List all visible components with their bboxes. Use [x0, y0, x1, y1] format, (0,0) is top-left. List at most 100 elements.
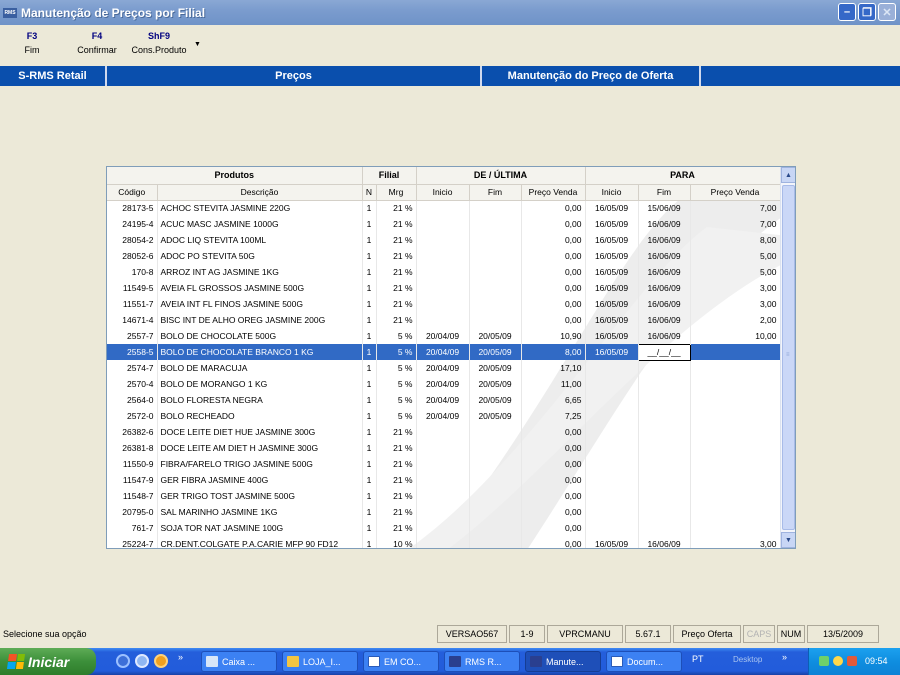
cell-para-preco[interactable] [690, 488, 781, 504]
cell-de-inicio[interactable]: 20/04/09 [416, 408, 470, 424]
cell-descricao[interactable]: ACUC MASC JASMINE 1000G [157, 216, 363, 232]
cell-para-fim[interactable]: 16/06/09 [638, 248, 691, 264]
cell-mrg[interactable]: 21 % [376, 520, 417, 536]
cell-n[interactable]: 1 [362, 504, 377, 520]
cell-para-inicio[interactable] [585, 376, 639, 392]
table-row[interactable]: 761-7 SOJA TOR NAT JASMINE 100G 1 21 % 0,00 [107, 520, 781, 536]
cell-de-inicio[interactable] [416, 264, 470, 280]
cell-mrg[interactable]: 5 % [376, 408, 417, 424]
cell-n[interactable]: 1 [362, 200, 377, 216]
cell-para-fim[interactable]: 16/06/09 [638, 536, 691, 548]
table-row[interactable]: 26381-8 DOCE LEITE AM DIET H JASMINE 300G… [107, 440, 781, 456]
grid-vertical-scrollbar[interactable]: ▲ ≡ ▼ [780, 167, 795, 548]
cell-de-preco[interactable]: 0,00 [521, 520, 586, 536]
cell-para-preco[interactable]: 10,00 [690, 328, 781, 344]
cell-de-preco[interactable]: 0,00 [521, 280, 586, 296]
cell-mrg[interactable]: 21 % [376, 248, 417, 264]
start-button[interactable]: Iniciar [0, 648, 96, 675]
cell-para-inicio[interactable] [585, 472, 639, 488]
cell-codigo[interactable]: 28173-5 [107, 200, 158, 216]
cell-para-fim[interactable] [638, 520, 691, 536]
toolbar-more-icon[interactable]: » [782, 652, 787, 662]
cell-de-preco[interactable]: 0,00 [521, 296, 586, 312]
cell-de-preco[interactable]: 0,00 [521, 504, 586, 520]
cell-de-fim[interactable]: 20/05/09 [469, 392, 522, 408]
scroll-down-button[interactable]: ▼ [781, 532, 795, 548]
cell-n[interactable]: 1 [362, 328, 377, 344]
cell-de-fim[interactable]: 20/05/09 [469, 360, 522, 376]
cell-mrg[interactable]: 21 % [376, 296, 417, 312]
cell-descricao[interactable]: BOLO FLORESTA NEGRA [157, 392, 363, 408]
cell-n[interactable]: 1 [362, 424, 377, 440]
cell-descricao[interactable]: DOCE LEITE AM DIET H JASMINE 300G [157, 440, 363, 456]
cell-para-preco[interactable]: 3,00 [690, 296, 781, 312]
cell-para-fim[interactable] [638, 440, 691, 456]
cell-de-fim[interactable] [469, 216, 522, 232]
cell-de-inicio[interactable] [416, 280, 470, 296]
cell-de-inicio[interactable] [416, 296, 470, 312]
ie-icon[interactable] [116, 654, 130, 668]
cell-n[interactable]: 1 [362, 456, 377, 472]
cell-para-inicio[interactable] [585, 408, 639, 424]
table-row[interactable]: 2574-7 BOLO DE MARACUJA 1 5 % 20/04/09 20/05/… [107, 360, 781, 376]
toolbar-more-dropdown-icon[interactable]: ▼ [194, 41, 201, 48]
cell-descricao[interactable]: ADOC LIQ STEVITA 100ML [157, 232, 363, 248]
cell-para-preco[interactable]: 3,00 [690, 280, 781, 296]
cell-mrg[interactable]: 21 % [376, 504, 417, 520]
cell-descricao[interactable]: BOLO DE CHOCOLATE 500G [157, 328, 363, 344]
cell-codigo[interactable]: 2564-0 [107, 392, 158, 408]
cell-para-inicio[interactable] [585, 456, 639, 472]
close-button[interactable]: ✕ [878, 3, 896, 21]
cell-codigo[interactable]: 2557-7 [107, 328, 158, 344]
cell-para-preco[interactable] [690, 424, 781, 440]
table-row[interactable]: 14671-4 BISC INT DE ALHO OREG JASMINE 200… [107, 312, 781, 328]
cell-de-preco[interactable]: 17,10 [521, 360, 586, 376]
cell-de-inicio[interactable] [416, 216, 470, 232]
cell-para-fim[interactable]: 16/06/09 [638, 232, 691, 248]
cell-de-fim[interactable] [469, 280, 522, 296]
cell-codigo[interactable]: 28054-2 [107, 232, 158, 248]
table-row[interactable]: 2570-4 BOLO DE MORANGO 1 KG 1 5 % 20/04/09 20… [107, 376, 781, 392]
cell-para-preco[interactable]: 8,00 [690, 232, 781, 248]
cell-codigo[interactable]: 11549-5 [107, 280, 158, 296]
task-manutencao[interactable]: Manute... [525, 651, 601, 672]
cell-codigo[interactable]: 11550-9 [107, 456, 158, 472]
cell-codigo[interactable]: 11547-9 [107, 472, 158, 488]
cell-n[interactable]: 1 [362, 248, 377, 264]
cell-n[interactable]: 1 [362, 376, 377, 392]
cell-mrg[interactable]: 5 % [376, 376, 417, 392]
cell-para-inicio[interactable] [585, 504, 639, 520]
cell-codigo[interactable]: 20795-0 [107, 504, 158, 520]
cell-de-inicio[interactable] [416, 520, 470, 536]
cell-para-inicio[interactable] [585, 392, 639, 408]
window-titlebar[interactable]: RMS Manutenção de Preços por Filial – ❐ … [0, 0, 900, 25]
scroll-thumb[interactable]: ≡ [782, 185, 795, 530]
cell-de-fim[interactable] [469, 424, 522, 440]
cell-codigo[interactable]: 2558-5 [107, 344, 158, 360]
cell-para-fim[interactable] [638, 456, 691, 472]
quicklaunch-more-icon[interactable]: » [178, 652, 183, 662]
cell-para-preco[interactable] [690, 456, 781, 472]
cell-de-fim[interactable] [469, 264, 522, 280]
cell-mrg[interactable]: 21 % [376, 216, 417, 232]
column-header-para-preco-venda[interactable]: Preço Venda [690, 184, 781, 201]
cell-codigo[interactable]: 24195-4 [107, 216, 158, 232]
table-row[interactable]: 11548-7 GER TRIGO TOST JASMINE 500G 1 21 % 0… [107, 488, 781, 504]
cell-mrg[interactable]: 5 % [376, 328, 417, 344]
cell-para-preco[interactable] [690, 408, 781, 424]
cell-de-inicio[interactable]: 20/04/09 [416, 328, 470, 344]
column-header-de-preco-venda[interactable]: Preço Venda [521, 184, 586, 201]
cell-de-preco[interactable]: 0,00 [521, 536, 586, 548]
column-header-para-fim[interactable]: Fim [638, 184, 691, 201]
cell-n[interactable]: 1 [362, 216, 377, 232]
cell-para-preco[interactable]: 5,00 [690, 248, 781, 264]
column-header-codigo[interactable]: Código [107, 184, 158, 201]
cell-codigo[interactable]: 11548-7 [107, 488, 158, 504]
cell-descricao[interactable]: SOJA TOR NAT JASMINE 100G [157, 520, 363, 536]
cell-para-inicio[interactable]: 16/05/09 [585, 232, 639, 248]
cell-de-inicio[interactable] [416, 200, 470, 216]
cell-codigo[interactable]: 25224-7 [107, 536, 158, 548]
table-row[interactable]: 2558-5 BOLO DE CHOCOLATE BRANCO 1 KG 1 5 % 2… [107, 343, 781, 361]
cell-para-preco[interactable] [690, 344, 781, 360]
cell-para-preco[interactable] [690, 360, 781, 376]
